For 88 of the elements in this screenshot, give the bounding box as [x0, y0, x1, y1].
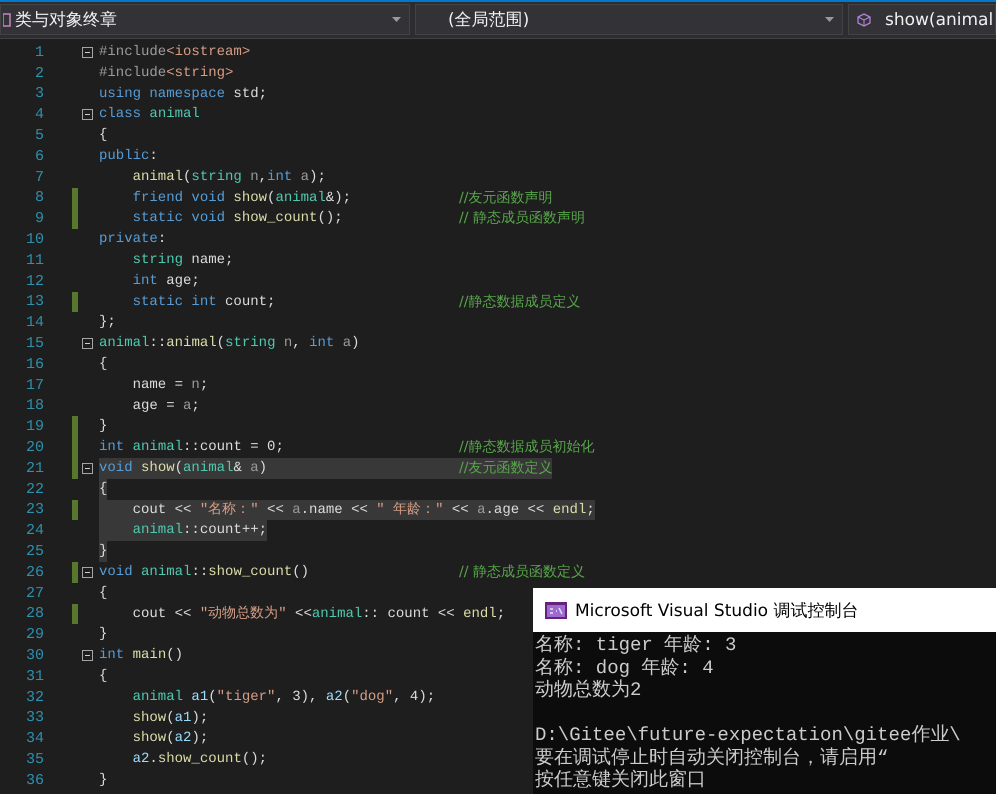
code-line: {: [99, 584, 108, 603]
line-number: 3: [34, 85, 44, 102]
line-number: 11: [24, 252, 44, 269]
line-number: 16: [24, 356, 44, 373]
code-comment: //友元函数定义: [459, 458, 552, 479]
code-line: cout << "动物总数为" <<animal:: count << endl;: [132, 604, 506, 624]
line-number: 1: [34, 44, 44, 61]
line-number: 21: [24, 460, 44, 477]
line-number: 15: [24, 335, 44, 352]
console-output: 动物总数为2: [535, 679, 642, 702]
caret-icon: [825, 17, 834, 22]
code-line: }: [99, 625, 108, 644]
console-title: Microsoft Visual Studio 调试控制台: [575, 600, 858, 622]
code-line: show(a2);: [132, 729, 208, 748]
code-line: #include<iostream>: [99, 43, 250, 62]
code-line: static int count;: [132, 292, 276, 312]
code-line: using namespace std;: [99, 84, 268, 104]
console-output: 名称: tiger 年龄: 3: [535, 634, 738, 656]
line-number: 4: [34, 106, 44, 124]
caret-icon: [392, 17, 401, 22]
console-output: D:\Gitee\future-expectation\gitee作业\: [535, 724, 962, 746]
code-line: class animal: [99, 105, 200, 124]
scope-dropdown[interactable]: (全局范围): [415, 4, 843, 35]
code-line: string name;: [132, 250, 234, 270]
code-line: show(a1);: [132, 708, 208, 728]
line-number: 24: [24, 522, 44, 540]
code-line: };: [99, 313, 116, 332]
line-number: 6: [34, 148, 44, 165]
line-number: 35: [24, 750, 44, 768]
code-line: int animal::count = 0;: [99, 438, 285, 458]
code-line: static void show_count();: [132, 209, 344, 228]
code-line: {: [99, 126, 108, 146]
console-output: 名称: dog 年龄: 4: [535, 656, 715, 679]
line-number: 27: [24, 584, 44, 602]
line-number: 8: [34, 189, 44, 206]
code-comment: // 静态成员函数声明: [459, 209, 585, 228]
line-number: 25: [24, 543, 44, 560]
line-number: 26: [24, 564, 44, 581]
line-number: 7: [34, 168, 44, 186]
line-number: 9: [34, 210, 44, 228]
line-number: 10: [24, 231, 44, 248]
code-line: animal(string n,int a);: [132, 168, 326, 187]
code-line: }: [99, 770, 108, 790]
code-line: friend void show(animal&);: [132, 188, 352, 208]
line-number: 28: [24, 605, 44, 622]
line-number: 22: [24, 480, 44, 498]
line-number: 20: [24, 439, 44, 456]
line-number: 36: [24, 772, 44, 789]
file-icon: [3, 12, 11, 26]
console-output: 要在调试停止时自动关闭控制台，请启用“: [535, 746, 890, 769]
line-number: 33: [24, 709, 44, 726]
line-number: 23: [24, 501, 44, 518]
code-comment: //静态数据成员初始化: [459, 438, 594, 458]
line-number: 14: [24, 314, 44, 332]
line-number: 32: [24, 688, 44, 706]
line-number: 19: [24, 418, 44, 436]
line-number: 12: [24, 272, 44, 290]
code-comment: //静态数据成员定义: [459, 292, 580, 312]
code-line: animal::animal(string n, int a): [99, 334, 360, 354]
code-line: {: [99, 666, 108, 686]
line-number: 5: [34, 127, 44, 144]
code-line: age = a;: [132, 396, 200, 416]
console-output: 按任意键关闭此窗口: [535, 769, 707, 792]
line-number: 30: [24, 647, 44, 664]
code-line: private:: [99, 230, 166, 250]
code-line: int age;: [132, 272, 200, 291]
console-icon: [545, 602, 567, 618]
cube-icon: [857, 12, 871, 26]
code-line: animal a1("tiger", 3), a2("dog", 4);: [132, 688, 436, 707]
project-dropdown[interactable]: 类与对象终章: [0, 4, 410, 35]
code-comment: //友元函数声明: [459, 188, 552, 208]
line-number: 29: [24, 626, 44, 644]
code-line: public:: [99, 146, 158, 166]
line-number: 34: [24, 730, 44, 748]
code-line: a2.show_count();: [132, 750, 268, 770]
line-number: 2: [34, 64, 44, 82]
line-number: 18: [24, 397, 44, 414]
line-number: 31: [24, 668, 44, 685]
code-line: name = n;: [132, 376, 208, 395]
line-number: 17: [24, 376, 44, 394]
code-comment: // 静态成员函数定义: [459, 562, 585, 582]
member-dropdown[interactable]: show(animal: [848, 4, 996, 35]
code-line: #include<string>: [99, 64, 234, 83]
code-line: int main(): [99, 646, 184, 666]
code-line: }: [99, 417, 108, 436]
code-line: {: [99, 354, 108, 374]
line-number: 13: [24, 293, 44, 310]
code-line: void animal::show_count(): [99, 562, 310, 582]
